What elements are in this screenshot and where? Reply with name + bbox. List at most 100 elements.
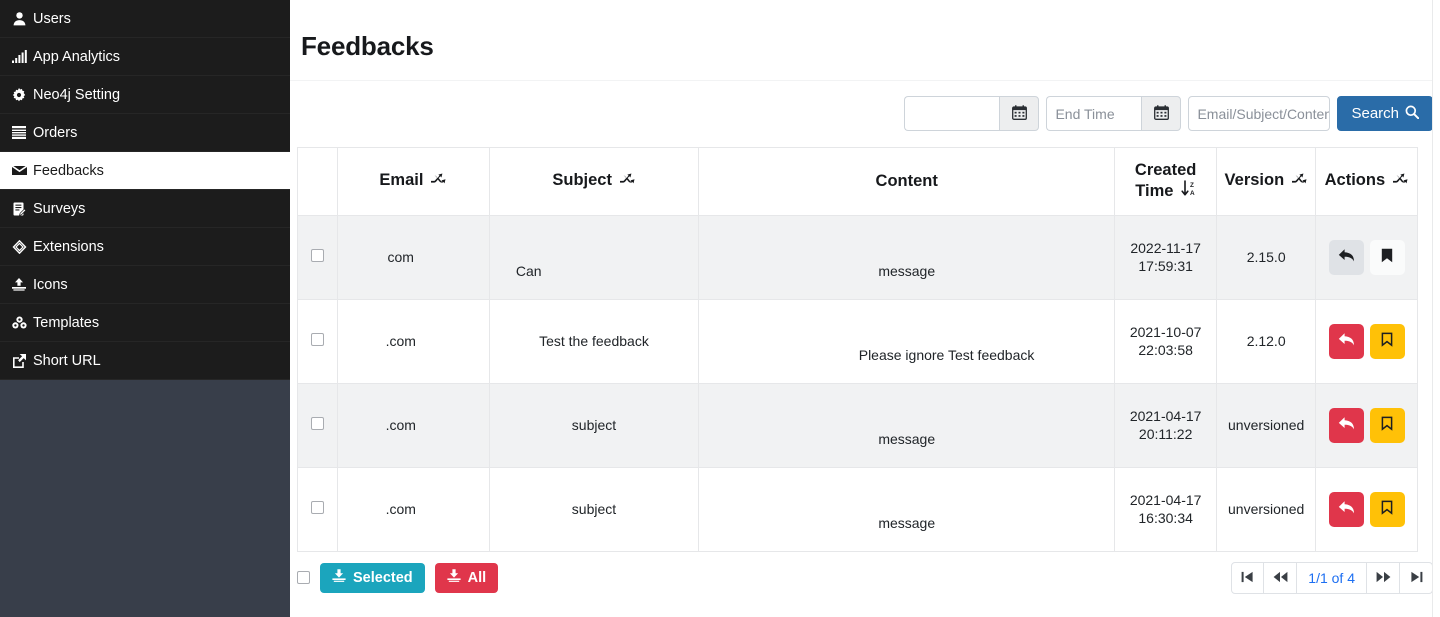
reply-arrow-icon xyxy=(1338,248,1355,266)
sidebar: Users App Analytics Neo4j Setting Orders xyxy=(0,0,290,617)
download-icon xyxy=(332,569,346,586)
keyword-search-input[interactable]: Email/Subject/Conten xyxy=(1188,96,1330,131)
upload-icon xyxy=(10,277,28,293)
row-actions xyxy=(1316,383,1418,467)
table-footer: Selected All xyxy=(290,552,1440,604)
list-icon xyxy=(10,125,28,141)
sidebar-empty-area xyxy=(0,380,290,617)
sidebar-item-orders[interactable]: Orders xyxy=(0,114,290,152)
select-all-checkbox[interactable] xyxy=(297,571,310,584)
download-all-button[interactable]: All xyxy=(435,563,499,593)
search-button[interactable]: Search xyxy=(1337,96,1433,131)
row-checkbox[interactable] xyxy=(311,249,324,262)
app-root: Users App Analytics Neo4j Setting Orders xyxy=(0,0,1440,617)
row-checkbox[interactable] xyxy=(311,333,324,346)
random-sort-icon xyxy=(431,172,447,191)
sidebar-item-label: Feedbacks xyxy=(33,163,104,179)
column-header-email[interactable]: Email xyxy=(337,147,489,215)
svg-text:A: A xyxy=(1190,190,1195,197)
start-time-calendar-button[interactable] xyxy=(999,96,1039,131)
row-created-time: 2022-11-17 17:59:31 xyxy=(1115,215,1217,299)
table-row[interactable]: .com subject message 2021-04-17 20:11:22… xyxy=(298,383,1418,467)
start-time-input[interactable] xyxy=(904,96,999,131)
row-select-cell xyxy=(298,215,338,299)
sidebar-item-app-analytics[interactable]: App Analytics xyxy=(0,38,290,76)
row-checkbox[interactable] xyxy=(311,501,324,514)
sidebar-item-users[interactable]: Users xyxy=(0,0,290,38)
sidebar-item-templates[interactable]: Templates xyxy=(0,304,290,342)
first-page-button[interactable] xyxy=(1231,562,1264,594)
column-header-content-label: Content xyxy=(876,172,938,190)
user-icon xyxy=(10,11,28,27)
sidebar-item-label: Neo4j Setting xyxy=(33,87,120,103)
reply-button[interactable] xyxy=(1329,408,1364,443)
last-page-button[interactable] xyxy=(1400,562,1433,594)
sidebar-item-short-url[interactable]: Short URL xyxy=(0,342,290,380)
column-header-actions[interactable]: Actions xyxy=(1316,147,1418,215)
column-header-created-time[interactable]: Created Time ZA xyxy=(1115,147,1217,215)
page-title: Feedbacks xyxy=(290,17,1440,62)
sidebar-item-label: Icons xyxy=(33,277,68,293)
row-created-clock: 16:30:34 xyxy=(1116,509,1215,528)
calendar-icon xyxy=(1012,105,1027,123)
column-header-subject[interactable]: Subject xyxy=(489,147,698,215)
row-created-clock: 20:11:22 xyxy=(1116,425,1215,444)
bookmark-button[interactable] xyxy=(1370,240,1405,275)
column-header-select xyxy=(298,147,338,215)
row-content: message xyxy=(699,467,1115,551)
row-email: .com xyxy=(337,299,489,383)
reply-button[interactable] xyxy=(1329,492,1364,527)
row-created-clock: 17:59:31 xyxy=(1116,257,1215,276)
sidebar-item-extensions[interactable]: Extensions xyxy=(0,228,290,266)
bookmark-button[interactable] xyxy=(1370,408,1405,443)
table-row[interactable]: .com subject message 2021-04-17 16:30:34… xyxy=(298,467,1418,551)
column-header-version[interactable]: Version xyxy=(1216,147,1316,215)
reply-button[interactable] xyxy=(1329,324,1364,359)
previous-page-button[interactable] xyxy=(1264,562,1297,594)
row-select-cell xyxy=(298,467,338,551)
end-time-input[interactable]: End Time xyxy=(1046,96,1141,131)
svg-text:Z: Z xyxy=(1190,182,1194,189)
row-select-cell xyxy=(298,383,338,467)
row-checkbox[interactable] xyxy=(311,417,324,430)
bookmark-button[interactable] xyxy=(1370,492,1405,527)
row-email: .com xyxy=(337,467,489,551)
next-page-button[interactable] xyxy=(1367,562,1400,594)
sidebar-item-label: Templates xyxy=(33,315,99,331)
row-subject: subject xyxy=(489,467,698,551)
bookmark-button[interactable] xyxy=(1370,324,1405,359)
keyword-placeholder: Email/Subject/Conten xyxy=(1197,106,1330,122)
row-created-time: 2021-10-07 22:03:58 xyxy=(1115,299,1217,383)
sidebar-item-surveys[interactable]: Surveys xyxy=(0,190,290,228)
row-action-group xyxy=(1317,408,1416,443)
page-indicator[interactable]: 1/1 of 4 xyxy=(1297,562,1367,594)
end-time-group: End Time xyxy=(1046,96,1181,131)
external-link-icon xyxy=(10,353,28,369)
end-time-calendar-button[interactable] xyxy=(1141,96,1181,131)
sidebar-item-feedbacks[interactable]: Feedbacks xyxy=(0,152,290,190)
row-created-date: 2021-04-17 xyxy=(1116,491,1215,510)
reply-button[interactable] xyxy=(1329,240,1364,275)
row-created-clock: 22:03:58 xyxy=(1116,341,1215,360)
pagination: 1/1 of 4 xyxy=(1231,562,1433,594)
row-email: .com xyxy=(337,383,489,467)
table-row[interactable]: com Can message 2022-11-17 17:59:31 2.15… xyxy=(298,215,1418,299)
sidebar-item-label: App Analytics xyxy=(33,49,120,65)
random-sort-icon xyxy=(620,172,636,191)
table-body: com Can message 2022-11-17 17:59:31 2.15… xyxy=(298,215,1418,551)
sort-descending-za-icon: ZA xyxy=(1181,180,1196,202)
table-row[interactable]: .com Test the feedback Please ignore Tes… xyxy=(298,299,1418,383)
bookmark-outline-icon xyxy=(1381,500,1393,518)
pagination-group: 1/1 of 4 xyxy=(1231,562,1433,594)
bulk-actions: Selected All xyxy=(297,563,498,593)
search-toolbar: End Time Email/Subject/Conten Search xyxy=(290,81,1440,147)
row-created-date: 2021-04-17 xyxy=(1116,407,1215,426)
sidebar-item-label: Short URL xyxy=(33,353,101,369)
download-selected-button[interactable]: Selected xyxy=(320,563,425,593)
sidebar-item-neo4j-setting[interactable]: Neo4j Setting xyxy=(0,76,290,114)
sidebar-item-label: Orders xyxy=(33,125,77,141)
sidebar-item-icons[interactable]: Icons xyxy=(0,266,290,304)
vertical-scrollbar[interactable] xyxy=(1432,0,1440,617)
row-created-time: 2021-04-17 20:11:22 xyxy=(1115,383,1217,467)
sidebar-item-label: Surveys xyxy=(33,201,85,217)
